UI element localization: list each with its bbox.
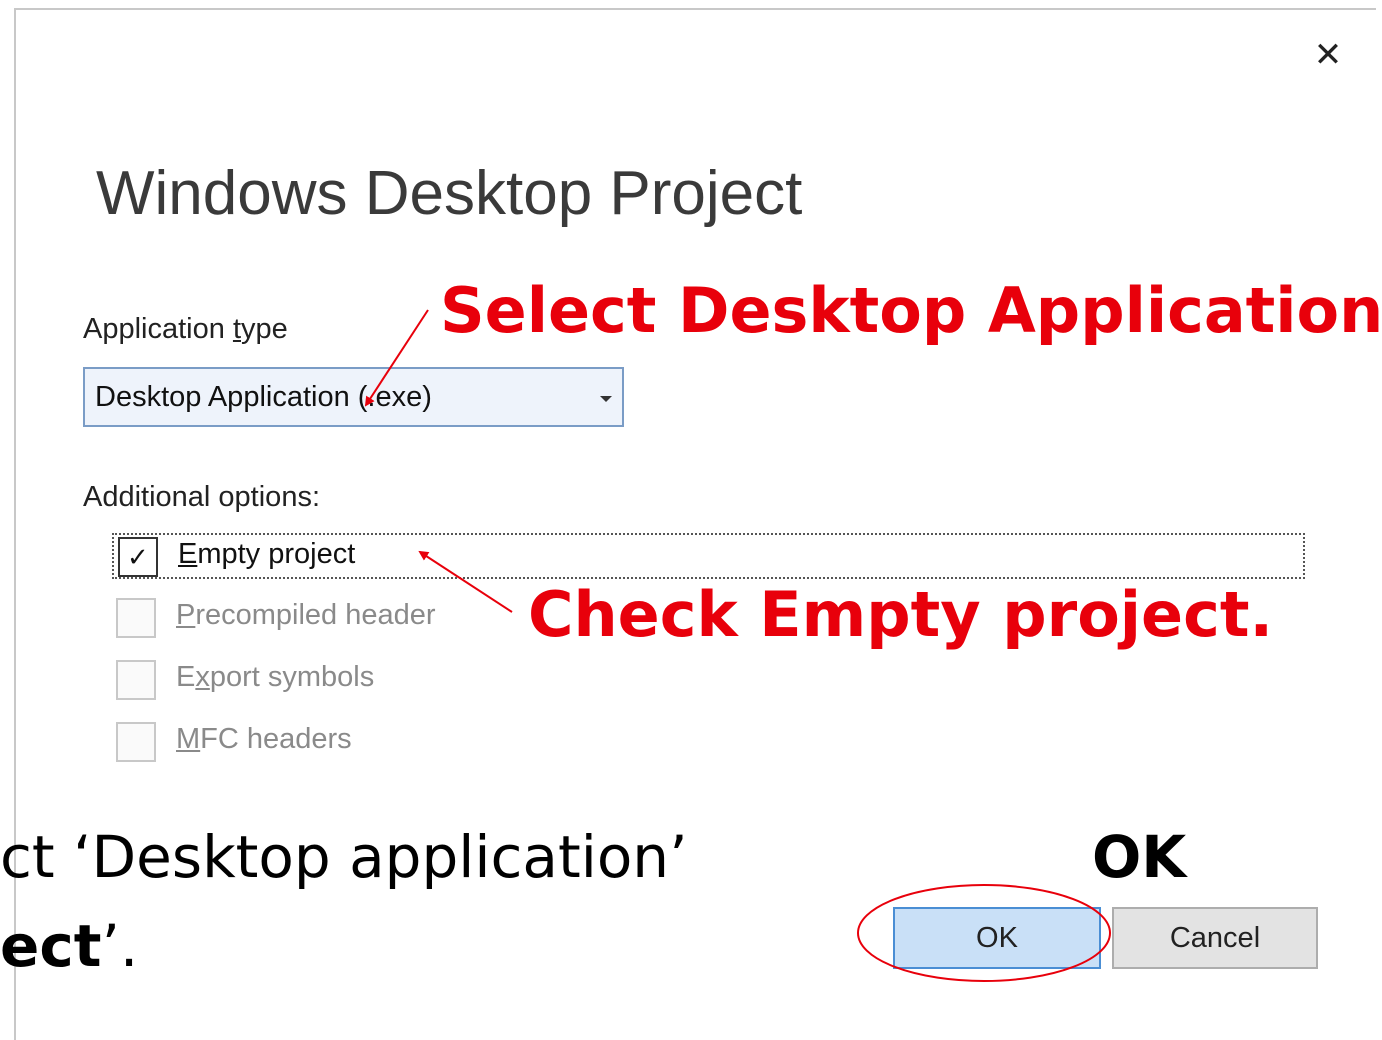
- export-symbols-label: Export symbols: [176, 661, 374, 694]
- export-symbols-checkbox[interactable]: [116, 660, 156, 700]
- precompiled-header-rest: recompiled header: [195, 599, 436, 631]
- caption-ok: OK: [1092, 823, 1187, 891]
- option-export-symbols[interactable]: Export symbols: [112, 658, 1305, 704]
- mfc-headers-rest: FC headers: [200, 723, 352, 755]
- mfc-headers-label: MFC headers: [176, 723, 352, 756]
- empty-project-mnemonic: E: [178, 538, 198, 570]
- empty-project-checkbox[interactable]: ✓: [118, 537, 158, 577]
- application-type-label-post: ype: [241, 313, 288, 345]
- application-type-dropdown[interactable]: Desktop Application (.exe): [83, 367, 624, 427]
- option-empty-project[interactable]: ✓ Empty project: [112, 533, 1305, 579]
- caption-line-2-rest: ’.: [101, 912, 139, 980]
- annotation-check-empty-project: Check Empty project.: [528, 578, 1274, 651]
- export-symbols-mnemonic: x: [195, 661, 210, 693]
- export-symbols-pre: E: [176, 661, 196, 693]
- mfc-headers-mnemonic: M: [176, 723, 201, 755]
- annotation-select-desktop-application: Select Desktop Application.: [440, 274, 1382, 347]
- mfc-headers-checkbox[interactable]: [116, 722, 156, 762]
- dialog-title: Windows Desktop Project: [96, 159, 803, 228]
- application-type-label: Application type: [83, 313, 288, 346]
- precompiled-header-checkbox[interactable]: [116, 598, 156, 638]
- chevron-down-icon: [600, 396, 612, 402]
- empty-project-rest: mpty project: [197, 538, 356, 570]
- cancel-button[interactable]: Cancel: [1112, 907, 1318, 969]
- option-mfc-headers[interactable]: MFC headers: [112, 720, 1305, 766]
- checkmark-icon: ✓: [127, 542, 149, 572]
- application-type-label-pre: Application: [83, 313, 233, 345]
- application-type-label-mnemonic: t: [232, 313, 241, 345]
- caption-line-2-bold: ect: [0, 912, 102, 980]
- caption-line-2: ect’.: [0, 912, 138, 980]
- export-symbols-rest: port symbols: [209, 661, 375, 693]
- additional-options-label: Additional options:: [83, 481, 320, 513]
- empty-project-label: Empty project: [178, 538, 355, 571]
- ok-button[interactable]: OK: [893, 907, 1101, 969]
- application-type-value: Desktop Application (.exe): [95, 381, 432, 413]
- precompiled-header-label: Precompiled header: [176, 599, 436, 632]
- caption-line-1: ct ‘Desktop application’: [0, 823, 688, 891]
- close-icon[interactable]: ✕: [1308, 35, 1348, 75]
- precompiled-header-mnemonic: P: [176, 599, 196, 631]
